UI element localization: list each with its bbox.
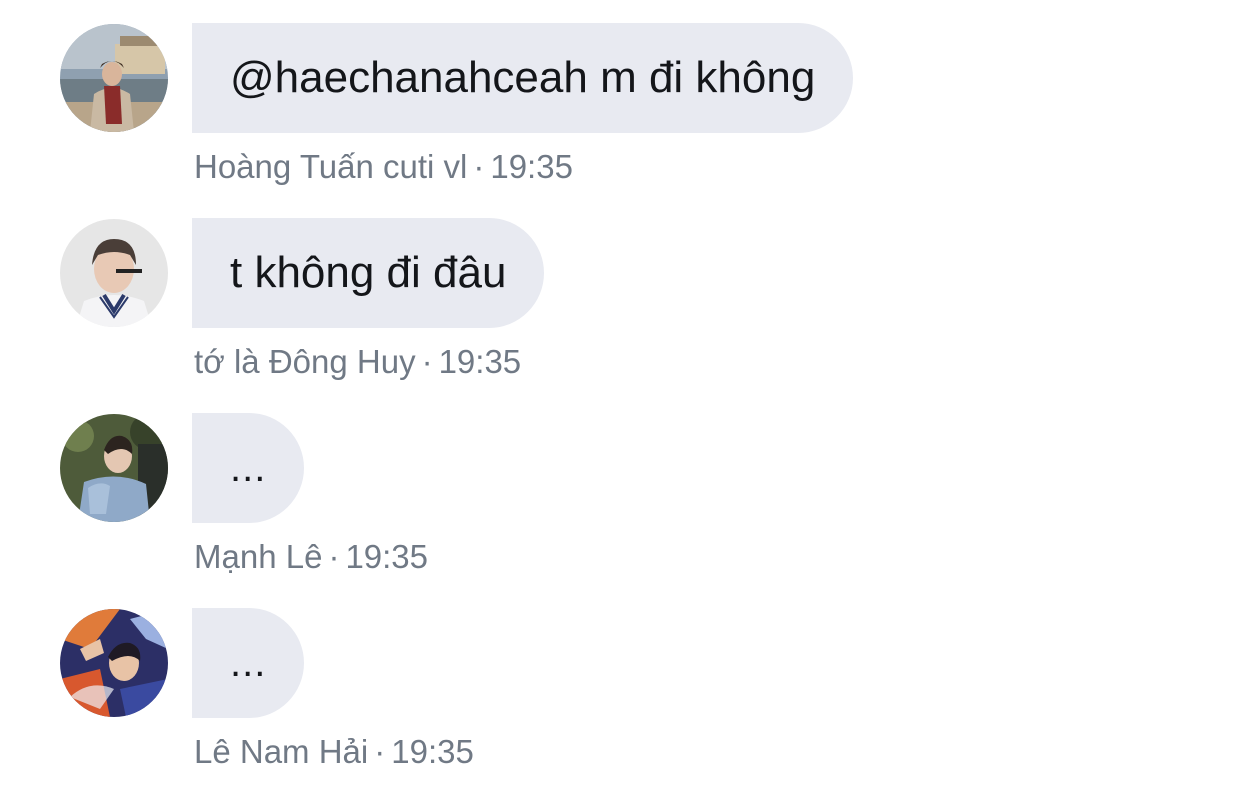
meta-separator: · bbox=[328, 538, 340, 575]
message-text: ... bbox=[230, 640, 267, 685]
message-text: @haechanahceah m đi không bbox=[230, 53, 816, 102]
avatar-photo-icon bbox=[60, 24, 168, 132]
avatar-photo-icon bbox=[60, 414, 168, 522]
meta-separator: · bbox=[421, 343, 433, 380]
sender-name[interactable]: Mạnh Lê bbox=[194, 538, 322, 575]
avatar[interactable] bbox=[60, 414, 168, 522]
message-bubble[interactable]: @haechanahceah m đi không bbox=[192, 23, 854, 133]
message-text: t không đi đâu bbox=[230, 248, 507, 297]
message-time: 19:35 bbox=[391, 733, 474, 770]
message-time: 19:35 bbox=[490, 148, 573, 185]
meta-separator: · bbox=[473, 148, 485, 185]
message-meta: Hoàng Tuấn cuti vl · 19:35 bbox=[194, 148, 573, 186]
avatar[interactable] bbox=[60, 24, 168, 132]
avatar-photo-icon bbox=[60, 609, 168, 717]
avatar[interactable] bbox=[60, 219, 168, 327]
message-bubble[interactable]: t không đi đâu bbox=[192, 218, 545, 328]
message-bubble[interactable]: ... bbox=[192, 608, 305, 718]
message-time: 19:35 bbox=[345, 538, 429, 575]
meta-separator: · bbox=[374, 733, 386, 770]
message-time: 19:35 bbox=[438, 343, 522, 380]
message-bubble[interactable]: ... bbox=[192, 413, 305, 523]
message-meta: Lê Nam Hải · 19:35 bbox=[194, 733, 474, 771]
message-text: ... bbox=[230, 445, 267, 490]
sender-name[interactable]: tớ là Đông Huy bbox=[194, 343, 416, 380]
message-meta: Mạnh Lê · 19:35 bbox=[194, 538, 428, 576]
sender-name[interactable]: Hoàng Tuấn cuti vl bbox=[194, 148, 467, 185]
sender-name[interactable]: Lê Nam Hải bbox=[194, 733, 368, 770]
message-meta: tớ là Đông Huy · 19:35 bbox=[194, 343, 521, 381]
avatar[interactable] bbox=[60, 609, 168, 717]
avatar-photo-icon bbox=[60, 219, 168, 327]
